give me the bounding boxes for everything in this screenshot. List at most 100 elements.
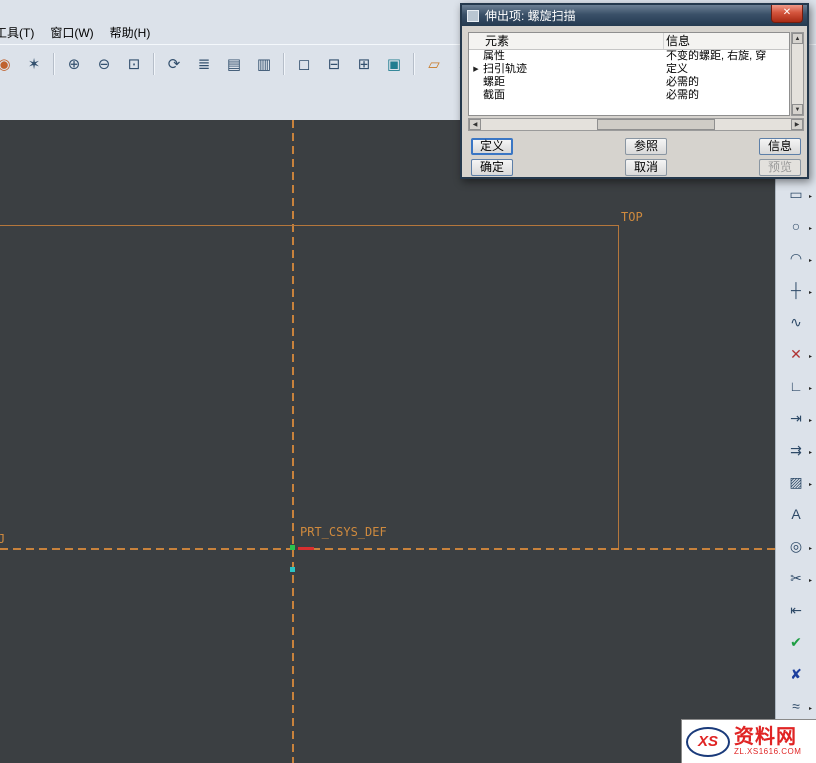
point-icon: ✕	[790, 346, 802, 363]
scroll-up-icon[interactable]: ▲	[792, 33, 803, 44]
sketcher-toolbar: ▭ ▸ ○ ▸ ◠ ▸ ┼ ▸ ∿ ✕ ▸ ∟ ▸ ⇥ ▸	[775, 120, 816, 763]
ok-button[interactable]: 确定	[471, 159, 513, 176]
rectangle-tool[interactable]: ▭ ▸	[778, 178, 814, 210]
origin-marker	[290, 545, 295, 550]
sketch-cancel-button[interactable]: ✘	[778, 658, 814, 690]
trim-tool[interactable]: ✂ ▸	[778, 562, 814, 594]
offset-tool[interactable]: ⇉ ▸	[778, 434, 814, 466]
menu-row: 工具(T) 窗口(W) 帮助(H)	[0, 20, 158, 44]
hidden-line-view-icon[interactable]: ⊟	[320, 50, 348, 78]
flyout-caret-icon[interactable]: ▸	[809, 194, 812, 200]
menu-help[interactable]: 帮助(H)	[102, 21, 159, 44]
flyout-caret-icon[interactable]: ▸	[809, 578, 812, 584]
sketch-accept-button[interactable]: ✔	[778, 626, 814, 658]
use-edge-icon: ⇥	[790, 410, 802, 427]
point-tool[interactable]: ✕ ▸	[778, 338, 814, 370]
curve-tool[interactable]: ≈ ▸	[778, 690, 814, 722]
saved-views-icon[interactable]: ✶	[20, 50, 48, 78]
scrollbar-thumb[interactable]	[597, 119, 715, 130]
wireframe-view-icon[interactable]: ◻	[290, 50, 318, 78]
watermark-logo-text: XS	[698, 733, 718, 750]
info-cell: 定义	[664, 63, 789, 76]
toolbar-separator	[413, 53, 415, 75]
use-edge-tool[interactable]: ⇥ ▸	[778, 402, 814, 434]
menu-tools[interactable]: 工具(T)	[0, 21, 42, 44]
watermark-url: ZL.XS1616.COM	[734, 748, 801, 756]
reference-button[interactable]: 参照	[625, 138, 667, 155]
info-cell: 必需的	[664, 89, 789, 102]
ellipse-tool[interactable]: ◎ ▸	[778, 530, 814, 562]
element-table[interactable]: 元素 信息 属性 不变的螺距, 右旋, 穿 ▶ 扫引轨迹 定义 螺距 必需的 截…	[468, 32, 790, 116]
thicken-icon: ▨	[789, 474, 802, 491]
menu-window[interactable]: 窗口(W)	[42, 21, 101, 44]
shaded-view-icon[interactable]: ▣	[380, 50, 408, 78]
define-button[interactable]: 定义	[471, 138, 513, 155]
watermark-brand: 资料网	[734, 727, 801, 748]
zoom-window-icon[interactable]: ⊡	[120, 50, 148, 78]
model-tree-icon[interactable]: ▥	[250, 50, 278, 78]
toolbar-separator	[153, 53, 155, 75]
table-row-trajectory[interactable]: ▶ 扫引轨迹 定义	[469, 63, 789, 76]
top-plane-edge-horizontal	[0, 225, 618, 226]
circle-tool[interactable]: ○ ▸	[778, 210, 814, 242]
info-cell: 必需的	[664, 76, 789, 89]
datum-plane-display-icon[interactable]: ▱	[420, 50, 448, 78]
graphics-area[interactable]: TOP PRT_CSYS_DEF J	[0, 120, 775, 763]
column-header-element: 元素	[469, 33, 664, 49]
flyout-caret-icon[interactable]: ▸	[809, 226, 812, 232]
dialog-system-icon	[467, 10, 479, 22]
zoom-out-icon[interactable]: ⊖	[90, 50, 118, 78]
fillet-tool[interactable]: ┼ ▸	[778, 274, 814, 306]
flyout-caret-icon[interactable]: ▸	[809, 450, 812, 456]
arc-tool[interactable]: ◠ ▸	[778, 242, 814, 274]
table-row-section[interactable]: 截面 必需的	[469, 89, 789, 102]
thicken-tool[interactable]: ▨ ▸	[778, 466, 814, 498]
cancel-button[interactable]: 取消	[625, 159, 667, 176]
flyout-caret-icon[interactable]: ▸	[809, 546, 812, 552]
info-button[interactable]: 信息	[759, 138, 801, 155]
dialog-title: 伸出项: 螺旋扫描	[485, 7, 576, 24]
dialog-close-button[interactable]: ✕	[771, 5, 803, 23]
text-icon: A	[791, 506, 800, 522]
table-row-attributes[interactable]: 属性 不变的螺距, 右旋, 穿	[469, 50, 789, 63]
layers-icon[interactable]: ≣	[190, 50, 218, 78]
toolbar-separator	[53, 53, 55, 75]
top-plane-edge-vertical	[618, 225, 619, 548]
table-row-pitch[interactable]: 螺距 必需的	[469, 76, 789, 89]
scroll-down-icon[interactable]: ▼	[792, 104, 803, 115]
close-icon: ✕	[783, 7, 791, 18]
x-axis-marker	[298, 547, 314, 550]
zoom-in-icon[interactable]: ⊕	[60, 50, 88, 78]
helical-sweep-dialog: 伸出项: 螺旋扫描 ✕ 元素 信息 属性 不变的螺距, 右旋, 穿 ▶ 扫引轨迹…	[460, 3, 809, 179]
table-header-row: 元素 信息	[469, 33, 789, 50]
rectangle-icon: ▭	[789, 186, 802, 203]
csys-label: PRT_CSYS_DEF	[300, 525, 387, 539]
csys-tool[interactable]: ∟ ▸	[778, 370, 814, 402]
flyout-caret-icon[interactable]: ▸	[809, 258, 812, 264]
text-tool[interactable]: A	[778, 498, 814, 530]
table-horizontal-scrollbar[interactable]: ◀ ▶	[468, 118, 804, 131]
spline-tool[interactable]: ∿	[778, 306, 814, 338]
flyout-caret-icon[interactable]: ▸	[809, 354, 812, 360]
flyout-caret-icon[interactable]: ▸	[809, 482, 812, 488]
preview-button[interactable]: 预览	[759, 159, 801, 176]
divide-tool[interactable]: ⇤	[778, 594, 814, 626]
scroll-right-icon[interactable]: ▶	[791, 119, 803, 130]
divide-icon: ⇤	[790, 602, 802, 619]
sketch-display-icon[interactable]: ◉	[0, 50, 18, 78]
offset-icon: ⇉	[790, 442, 802, 459]
table-vertical-scrollbar[interactable]: ▲ ▼	[791, 32, 804, 116]
flyout-caret-icon[interactable]: ▸	[809, 290, 812, 296]
layer-tree-icon[interactable]: ▤	[220, 50, 248, 78]
element-cell: 截面	[483, 89, 664, 102]
dialog-titlebar[interactable]: 伸出项: 螺旋扫描	[462, 5, 807, 26]
csys-icon: ∟	[789, 378, 803, 394]
flyout-caret-icon[interactable]: ▸	[809, 706, 812, 712]
no-hidden-view-icon[interactable]: ⊞	[350, 50, 378, 78]
datum-centerline-vertical	[292, 120, 294, 763]
repaint-icon[interactable]: ⟳	[160, 50, 188, 78]
flyout-caret-icon[interactable]: ▸	[809, 418, 812, 424]
top-plane-label: TOP	[621, 210, 643, 224]
scroll-left-icon[interactable]: ◀	[469, 119, 481, 130]
flyout-caret-icon[interactable]: ▸	[809, 386, 812, 392]
